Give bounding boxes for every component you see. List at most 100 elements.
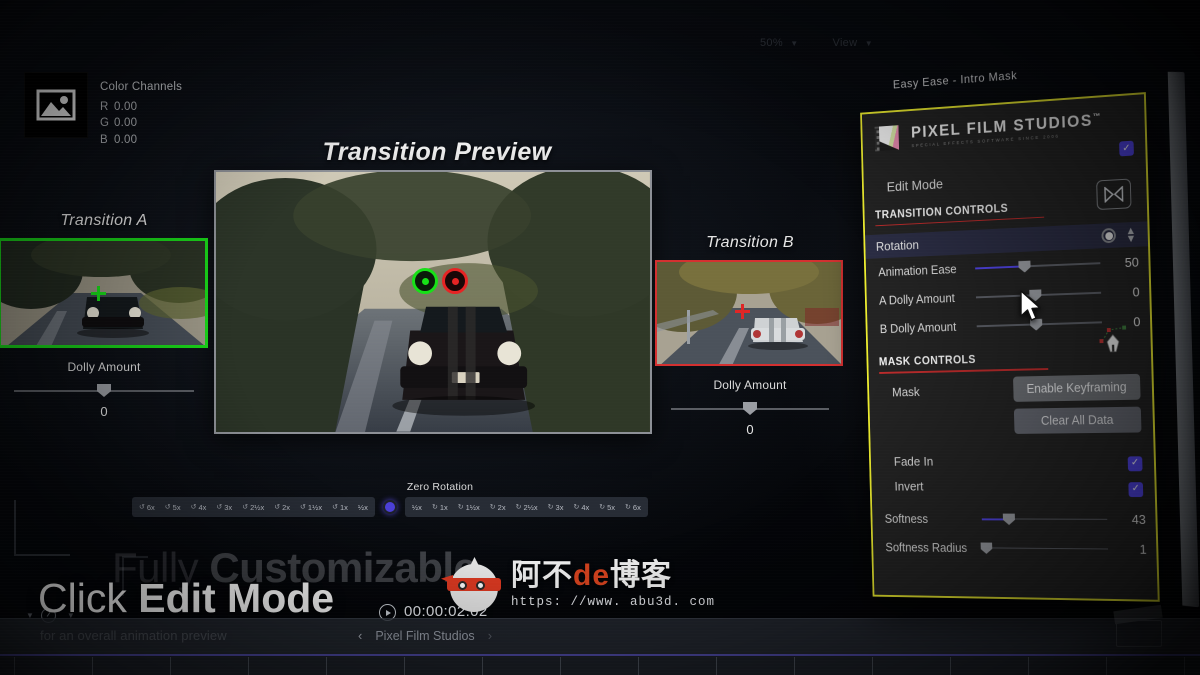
transition-preview-viewer[interactable] — [214, 170, 652, 434]
breadcrumb-back-arrow[interactable]: ‹ — [358, 628, 362, 643]
watermark-part2: 博客 — [610, 559, 673, 592]
rotation-cw-group[interactable]: ½x ↻ 1x ↻ 1½x ↻ 2x ↻ 2½x ↻ 3x ↻ 4x ↻ 5x ↻ 6x — [404, 497, 648, 517]
trademark-symbol: ™ — [1092, 111, 1102, 121]
breadcrumb-forward-arrow[interactable]: › — [488, 628, 492, 643]
fade-in-row[interactable]: Fade In ✓ — [871, 447, 1155, 474]
marker-a-icon[interactable] — [412, 268, 438, 294]
slider-track[interactable] — [981, 512, 1108, 526]
rotation-option[interactable]: ↻ 2½x — [511, 498, 543, 516]
rotation-option-label: 1½x — [307, 502, 323, 512]
rotation-option[interactable]: ↺ 2x — [269, 498, 295, 516]
rotation-option[interactable]: ↻ 1½x — [453, 498, 485, 516]
transition-b-dolly: Dolly Amount 0 — [655, 378, 845, 437]
viewer-view-control[interactable]: View ▼ — [833, 37, 873, 49]
rotation-option[interactable]: ↺ 5x — [160, 498, 186, 516]
transition-a-thumbnail[interactable] — [0, 238, 208, 348]
transition-a-crosshair-icon[interactable] — [91, 286, 106, 301]
rotate-cw-icon: ↻ — [573, 504, 580, 511]
rotation-label: Rotation — [875, 237, 920, 255]
clear-all-data-button[interactable]: Clear All Data — [1013, 406, 1142, 434]
rotation-option[interactable]: ↺ 1x — [327, 498, 353, 516]
rotation-option[interactable]: ↻ 6x — [620, 498, 646, 516]
edit-mode-label: Edit Mode — [886, 175, 944, 195]
breadcrumb[interactable]: ‹ Pixel Film Studios › — [358, 628, 492, 643]
slider-track[interactable] — [975, 257, 1100, 276]
slider-row[interactable]: Softness 43 — [872, 505, 1156, 535]
rotation-option[interactable]: ↺ 6x — [134, 498, 160, 516]
invert-checkbox[interactable]: ✓ — [1128, 481, 1144, 497]
chevron-down-icon: ▼ — [864, 39, 873, 48]
transition-marker-badges[interactable] — [412, 268, 468, 294]
fade-in-label: Fade In — [893, 454, 934, 469]
rotate-cw-icon: ↻ — [457, 504, 464, 511]
rotate-ccw-icon: ↺ — [139, 504, 145, 511]
slider-knob[interactable] — [97, 384, 111, 397]
rotation-option[interactable]: ↺ 3x — [211, 498, 237, 516]
slider-knob[interactable] — [743, 402, 757, 415]
channel-value: 0.00 — [114, 117, 138, 129]
rotate-ccw-icon: ↺ — [300, 504, 306, 511]
inspector-panel: PIXEL FILM STUDIOS™ SPECIAL EFFECTS SOFT… — [860, 92, 1160, 602]
check-icon: ✓ — [1122, 142, 1131, 154]
rotation-option-label: 4x — [581, 502, 590, 512]
page-title: Transition Preview — [322, 138, 552, 166]
edit-mode-checkbox[interactable]: ✓ — [1119, 140, 1134, 157]
slider-knob[interactable] — [1018, 261, 1030, 273]
rotation-option[interactable]: ↻ 3x — [543, 498, 569, 516]
dolly-label: Dolly Amount — [67, 360, 141, 374]
color-channel-row: G 0.00 — [100, 115, 182, 132]
rotation-option[interactable]: ↻ 2x — [485, 498, 511, 516]
rotation-option[interactable]: ↺ 2½x — [237, 498, 269, 516]
transition-b-panel: Transition B Dolly Amount 0 — [655, 234, 845, 437]
slider-fill — [975, 265, 1025, 270]
transition-b-thumbnail[interactable] — [655, 260, 843, 366]
stepper-up-down-icon[interactable]: ▲ ▼ — [1125, 225, 1136, 245]
rotation-option[interactable]: ½x — [407, 498, 427, 516]
rotation-option-label: 2½x — [250, 502, 265, 512]
rotation-option[interactable]: ↻ 5x — [594, 498, 620, 516]
rotation-option[interactable]: ↻ 1x — [427, 498, 453, 516]
transition-b-crosshair-icon[interactable] — [735, 304, 750, 319]
radio-filled-icon[interactable] — [1101, 228, 1117, 244]
transition-icon[interactable] — [1096, 178, 1132, 211]
color-channels-title: Color Channels — [100, 81, 183, 93]
headline-bold: Edit Mode — [138, 575, 335, 621]
bottom-toolbar — [0, 618, 1200, 654]
transition-icon-wrap[interactable] — [1096, 178, 1132, 211]
rotation-option-label: 2½x — [523, 502, 538, 512]
pen-tool-icon[interactable] — [1096, 325, 1129, 356]
viewer-zoom-value: 50% — [760, 37, 783, 49]
callout-headline: Click Edit Mode — [38, 575, 334, 622]
slider-track[interactable] — [982, 541, 1108, 556]
rotation-option[interactable]: ½x — [353, 498, 373, 516]
rotation-option-label: 3x — [224, 502, 233, 512]
watermark-url: https: //www. abu3d. com — [511, 595, 716, 609]
enable-keyframing-button[interactable]: Enable Keyframing — [1013, 373, 1141, 402]
slider-knob[interactable] — [1003, 513, 1015, 525]
viewer-zoom-control[interactable]: 50% ▼ — [760, 37, 799, 49]
rotation-zero-selected-icon[interactable] — [382, 500, 397, 514]
dolly-value: 0 — [746, 422, 754, 437]
rotate-ccw-icon: ↺ — [242, 504, 249, 511]
dolly-value: 0 — [100, 404, 108, 419]
dolly-slider[interactable] — [14, 383, 194, 399]
transition-a-dolly: Dolly Amount 0 — [0, 360, 210, 419]
rotation-option-label: 2x — [497, 502, 506, 512]
rotate-cw-icon: ↻ — [599, 504, 606, 511]
rotation-option[interactable]: ↻ 4x — [568, 498, 594, 516]
rotation-option-label: 1x — [439, 502, 448, 512]
rotation-ccw-group[interactable]: ↺ 6x ↺ 5x ↺ 4x ↺ 3x ↺ 2½x ↺ 2x ↺ 1½x ↺ 1x ½x — [132, 497, 375, 517]
slider-knob[interactable] — [980, 542, 992, 554]
rotation-selector-strip[interactable]: ↺ 6x ↺ 5x ↺ 4x ↺ 3x ↺ 2½x ↺ 2x ↺ 1½x ↺ 1x ½x ½x ↻ 1x ↻ 1½x ↻ 2… — [132, 496, 726, 518]
invert-row[interactable]: Invert ✓ — [871, 473, 1155, 499]
slider-row[interactable]: Softness Radius 1 — [873, 533, 1157, 565]
rotation-option[interactable]: ↺ 1½x — [295, 498, 327, 516]
timeline-ticks — [0, 654, 1200, 675]
fade-in-checkbox[interactable]: ✓ — [1127, 456, 1143, 472]
marker-b-icon[interactable] — [442, 268, 468, 294]
dolly-slider[interactable] — [671, 401, 829, 417]
channel-letter: B — [100, 133, 108, 146]
rotation-option[interactable]: ↺ 4x — [186, 498, 212, 516]
headline-light: Click — [38, 575, 139, 621]
timeline-ruler[interactable] — [0, 654, 1200, 675]
